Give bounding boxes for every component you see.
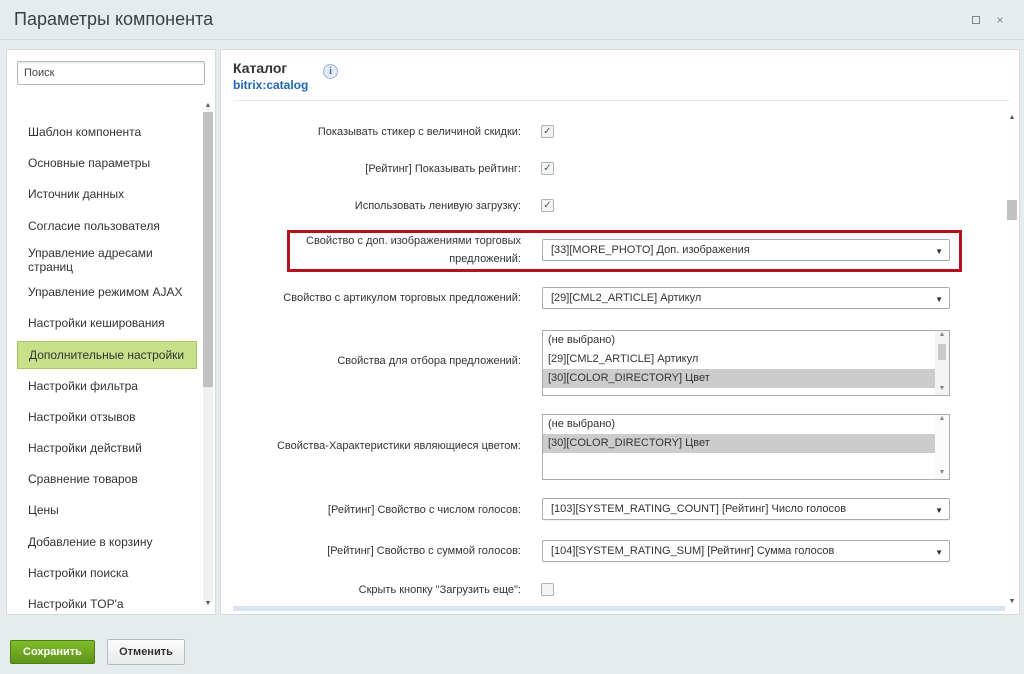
color-props-listbox[interactable]: (не выбрано) [30][COLOR_DIRECTORY] Цвет … [542, 414, 950, 480]
cancel-button[interactable]: Отменить [107, 639, 185, 665]
save-button[interactable]: Сохранить [10, 640, 95, 664]
sidebar-item-search-settings[interactable]: Настройки поиска [17, 566, 197, 580]
chevron-down-icon: ▼ [935, 295, 943, 304]
dialog-footer: Сохранить Отменить [0, 626, 1024, 674]
listbox-scrollbar[interactable]: ▲ ▼ [935, 415, 949, 479]
listbox-scrollbar[interactable]: ▲ ▼ [935, 331, 949, 395]
section-bottom-bar [233, 606, 1005, 611]
list-option-selected[interactable]: [30][COLOR_DIRECTORY] Цвет [543, 369, 949, 388]
sidebar-item-reviews-settings[interactable]: Настройки отзывов [17, 410, 197, 424]
show-rating-checkbox[interactable]: ✓ [541, 162, 554, 175]
sidebar-item-top-settings[interactable]: Настройки TOP'а [17, 597, 197, 611]
list-option[interactable]: (не выбрано) [543, 415, 949, 434]
show-rating-label: [Рейтинг] Показывать рейтинг: [365, 163, 521, 175]
scroll-up-icon[interactable]: ▲ [935, 331, 949, 338]
color-props-label: Свойства-Характеристики являющиеся цвето… [276, 440, 521, 452]
sidebar-item-additional-settings[interactable]: Дополнительные настройки [17, 341, 197, 369]
component-title: Каталог [233, 60, 288, 76]
chevron-down-icon: ▼ [935, 506, 943, 515]
sidebar-item-user-consent[interactable]: Согласие пользователя [17, 219, 197, 233]
component-code: bitrix:catalog [233, 78, 309, 92]
sidebar-item-prices[interactable]: Цены [17, 503, 197, 517]
rating-sum-prop-select[interactable]: [104][SYSTEM_RATING_SUM] [Рейтинг] Сумма… [542, 540, 950, 562]
offers-article-prop-label: Свойство с артикулом торговых предложени… [283, 292, 521, 304]
list-option-selected[interactable]: [30][COLOR_DIRECTORY] Цвет [543, 434, 935, 453]
rating-count-prop-select[interactable]: [103][SYSTEM_RATING_COUNT] [Рейтинг] Чис… [542, 498, 950, 520]
main-panel: Каталог i bitrix:catalog Показывать стик… [220, 49, 1020, 615]
scroll-down-icon[interactable]: ▼ [1006, 598, 1018, 605]
rating-count-prop-label: [Рейтинг] Свойство с числом голосов: [327, 504, 521, 516]
offers-article-prop-select[interactable]: [29][CML2_ARTICLE] Артикул ▼ [542, 287, 950, 309]
sidebar-item-compare[interactable]: Сравнение товаров [17, 472, 197, 486]
list-option[interactable]: (не выбрано) [543, 331, 949, 350]
sidebar-item-filter-settings[interactable]: Настройки фильтра [17, 379, 197, 393]
main-scrollbar[interactable]: ▲ ▼ [1005, 112, 1019, 612]
offers-filter-props-listbox[interactable]: (не выбрано) [29][CML2_ARTICLE] Артикул … [542, 330, 950, 396]
sidebar-item-url-management[interactable]: Управление адресами страниц [17, 246, 197, 274]
info-icon[interactable]: i [323, 64, 338, 79]
scroll-down-icon[interactable]: ▼ [935, 469, 949, 476]
close-icon[interactable]: × [992, 12, 1008, 28]
scroll-up-icon[interactable]: ▲ [202, 102, 214, 109]
search-input[interactable] [17, 61, 205, 85]
main-scroll-thumb[interactable] [1007, 200, 1017, 220]
scroll-down-icon[interactable]: ▼ [202, 600, 214, 607]
rating-sum-prop-label: [Рейтинг] Свойство с суммой голосов: [327, 545, 521, 557]
sidebar-item-main-params[interactable]: Основные параметры [17, 156, 197, 170]
sidebar: Шаблон компонента Основные параметры Ист… [6, 49, 216, 615]
scroll-up-icon[interactable]: ▲ [935, 415, 949, 422]
sidebar-item-actions-settings[interactable]: Настройки действий [17, 441, 197, 455]
offers-filter-props-label: Свойства для отбора предложений: [337, 355, 521, 367]
sidebar-item-add-to-basket[interactable]: Добавление в корзину [17, 535, 197, 549]
sidebar-scrollbar[interactable]: ▲ ▼ [202, 100, 214, 610]
dialog-title: Параметры компонента [14, 9, 214, 29]
sidebar-item-data-source[interactable]: Источник данных [17, 187, 197, 201]
show-discount-sticker-label: Показывать стикер с величиной скидки: [317, 126, 521, 138]
show-discount-sticker-checkbox[interactable]: ✓ [541, 125, 554, 138]
title-bar[interactable]: Параметры компонента × [0, 0, 1024, 40]
component-params-dialog: Параметры компонента × Шаблон компонента… [0, 0, 1024, 674]
maximize-icon[interactable] [968, 12, 984, 28]
list-option[interactable]: [29][CML2_ARTICLE] Артикул [543, 350, 949, 369]
lazy-load-checkbox[interactable]: ✓ [541, 199, 554, 212]
highlight-box [287, 230, 962, 272]
hide-load-more-checkbox[interactable] [541, 583, 554, 596]
sidebar-item-template[interactable]: Шаблон компонента [17, 125, 197, 139]
lazy-load-label: Использовать ленивую загрузку: [354, 200, 521, 212]
sidebar-item-cache-settings[interactable]: Настройки кеширования [17, 316, 197, 330]
header-divider [233, 100, 1009, 101]
scroll-up-icon[interactable]: ▲ [1006, 114, 1018, 121]
sidebar-item-ajax-mode[interactable]: Управление режимом AJAX [17, 285, 197, 299]
chevron-down-icon: ▼ [935, 548, 943, 557]
hide-load-more-label: Скрыть кнопку "Загрузить еще": [358, 584, 521, 596]
scroll-down-icon[interactable]: ▼ [935, 385, 949, 392]
sidebar-scroll-thumb[interactable] [203, 112, 213, 387]
